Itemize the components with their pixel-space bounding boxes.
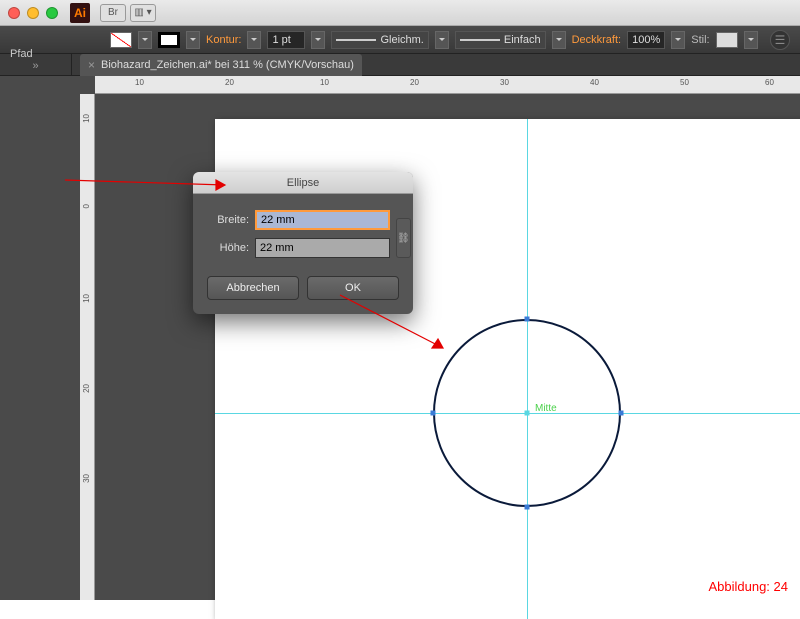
opacity-field[interactable]: 100%	[627, 31, 665, 49]
opacity-dropdown[interactable]	[671, 31, 685, 49]
anchor-top[interactable]	[525, 317, 530, 322]
stroke-dropdown[interactable]	[186, 31, 200, 49]
arrange-documents-button[interactable]: ▥ ▾	[130, 4, 156, 22]
opacity-label: Deckkraft:	[572, 34, 622, 46]
figure-caption: Abbildung: 24	[708, 579, 788, 594]
document-tab-title: Biohazard_Zeichen.ai* bei 311 % (CMYK/Vo…	[101, 59, 354, 71]
stroke-weight-down[interactable]	[247, 31, 261, 49]
control-bar: Kontur: 1 pt Gleichm. Einfach Deckkraft:…	[0, 26, 800, 54]
style-swatch[interactable]	[716, 32, 738, 48]
constrain-proportions-icon[interactable]: ⛓	[396, 218, 411, 258]
panel-menu-icon[interactable]: ☰	[770, 30, 790, 50]
stroke-weight-dropdown[interactable]	[311, 31, 325, 49]
anchor-bottom[interactable]	[525, 505, 530, 510]
minimize-window-icon[interactable]	[27, 7, 39, 19]
anchor-right[interactable]	[619, 411, 624, 416]
app-icon: Ai	[70, 3, 90, 23]
kontur-label: Kontur:	[206, 34, 241, 46]
bridge-button[interactable]: Br	[100, 4, 126, 22]
width-label: Breite:	[207, 214, 249, 226]
profile-label: Gleichm.	[380, 34, 423, 46]
profile-dropdown[interactable]	[435, 31, 449, 49]
ruler-vertical: 100102030	[80, 94, 95, 600]
selection-type-label: Pfad	[10, 48, 33, 60]
ruler-horizontal: 1020102030405060	[95, 76, 800, 94]
stroke-swatch[interactable]	[158, 32, 180, 48]
brush-definition[interactable]: Einfach	[455, 31, 546, 49]
document-tabs: × Biohazard_Zeichen.ai* bei 311 % (CMYK/…	[0, 54, 800, 76]
brush-label: Einfach	[504, 34, 541, 46]
fill-dropdown[interactable]	[138, 31, 152, 49]
workspace: 1020102030405060 100102030 Mitte	[0, 76, 800, 600]
style-label: Stil:	[691, 34, 709, 46]
variable-width-profile[interactable]: Gleichm.	[331, 31, 428, 49]
anchor-left[interactable]	[431, 411, 436, 416]
dialog-title: Ellipse	[193, 172, 413, 194]
center-point	[525, 411, 530, 416]
stroke-weight-field[interactable]: 1 pt	[267, 31, 305, 49]
ellipse-dialog: Ellipse Breite: Höhe: ⛓ Abbrechen OK	[193, 172, 413, 314]
window-controls	[8, 7, 58, 19]
close-tab-icon[interactable]: ×	[88, 58, 95, 72]
height-input[interactable]	[255, 238, 390, 258]
fill-swatch[interactable]	[110, 32, 132, 48]
style-dropdown[interactable]	[744, 31, 758, 49]
zoom-window-icon[interactable]	[46, 7, 58, 19]
cancel-button[interactable]: Abbrechen	[207, 276, 299, 300]
width-input[interactable]	[255, 210, 390, 230]
document-tab[interactable]: × Biohazard_Zeichen.ai* bei 311 % (CMYK/…	[80, 54, 362, 76]
height-label: Höhe:	[207, 242, 249, 254]
brush-dropdown[interactable]	[552, 31, 566, 49]
smart-guide-label: Mitte	[535, 403, 557, 414]
titlebar: Ai Br ▥ ▾	[0, 0, 800, 26]
close-window-icon[interactable]	[8, 7, 20, 19]
canvas[interactable]: Mitte	[95, 94, 800, 600]
ok-button[interactable]: OK	[307, 276, 399, 300]
